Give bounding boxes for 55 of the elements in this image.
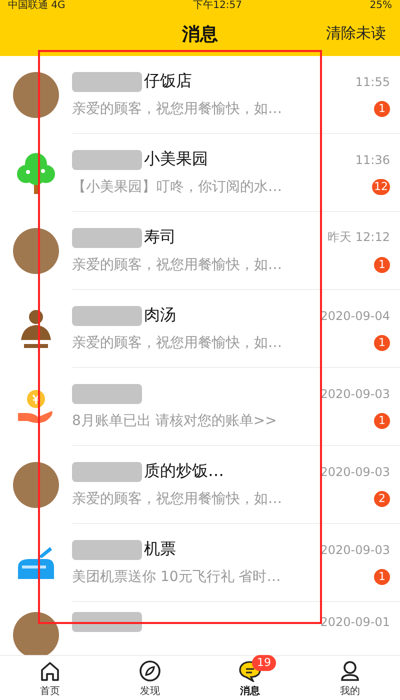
message-time: 2020-09-03 — [320, 386, 390, 400]
message-time: 2020-09-04 — [320, 308, 390, 322]
unread-count: 1 — [374, 101, 390, 117]
blurred-redaction — [72, 150, 142, 170]
unread-count: 1 — [374, 412, 390, 428]
message-preview: 亲爱的顾客，祝您用餐愉快，如… — [72, 334, 282, 352]
contact-name: 质的炒饭… — [144, 461, 224, 482]
message-preview: 亲爱的顾客，祝您用餐愉快，如… — [72, 256, 282, 274]
unread-count: 1 — [374, 257, 390, 273]
blurred-redaction — [72, 462, 142, 482]
plane-icon — [16, 545, 56, 581]
tab-bar-item[interactable]: 首页 — [0, 656, 100, 700]
blurred-redaction — [72, 540, 142, 560]
message-preview: 亲爱的顾客，祝您用餐愉快，如… — [72, 100, 282, 118]
message-preview: 亲爱的顾客，祝您用餐愉快，如… — [72, 490, 282, 508]
person-icon — [339, 660, 361, 682]
avatar-photo-placeholder — [13, 462, 59, 508]
contact-name: 肉汤 — [144, 305, 176, 326]
contact-name: 机票 — [144, 539, 176, 560]
unread-count: 12 — [372, 179, 390, 195]
page-title: 消息 — [182, 23, 218, 46]
message-preview: 8月账单已出 请核对您的账单>> — [72, 412, 277, 430]
message-time: 11:55 — [355, 74, 390, 88]
compass-icon — [139, 660, 161, 682]
tab-badge: 19 — [252, 655, 276, 671]
message-time: 11:36 — [355, 152, 390, 166]
message-time: 2020-09-03 — [320, 464, 390, 478]
blurred-redaction — [72, 72, 142, 92]
unread-count: 2 — [374, 491, 390, 507]
contact-name: 寿司 — [144, 227, 176, 248]
avatar-photo-placeholder — [13, 612, 59, 658]
unread-count: 1 — [374, 569, 390, 585]
avatar-photo-placeholder — [13, 228, 59, 274]
message-time: 2020-09-01 — [320, 615, 390, 629]
message-preview: 【小美果园】叮咚，你订阅的水… — [72, 178, 282, 196]
battery-percent: 25% — [370, 0, 392, 12]
unread-count: 1 — [374, 335, 390, 351]
tab-bar-item[interactable]: 发现 — [100, 656, 200, 700]
clear-unread-button[interactable]: 清除未读 — [324, 22, 388, 45]
avatar-photo-placeholder — [13, 72, 59, 118]
contact-name: 小美果园 — [144, 149, 208, 170]
home-icon — [39, 660, 61, 682]
blurred-redaction — [72, 306, 142, 326]
tab-bar-item[interactable]: 我的 — [300, 656, 400, 700]
blurred-redaction — [72, 612, 142, 632]
message-preview: 美团机票送你 10元飞行礼 省时… — [72, 568, 281, 586]
carrier-label: 中国联通 4G — [8, 0, 66, 12]
clock-time: 下午12:57 — [193, 0, 242, 12]
message-time: 昨天 12:12 — [328, 229, 390, 246]
tree-icon — [16, 150, 56, 196]
message-time: 2020-09-03 — [320, 542, 390, 556]
blurred-redaction — [72, 384, 142, 404]
blurred-redaction — [72, 228, 142, 248]
contact-name: 仔饭店 — [144, 71, 192, 92]
tab-bar-item[interactable]: 19 消息 — [200, 656, 300, 700]
